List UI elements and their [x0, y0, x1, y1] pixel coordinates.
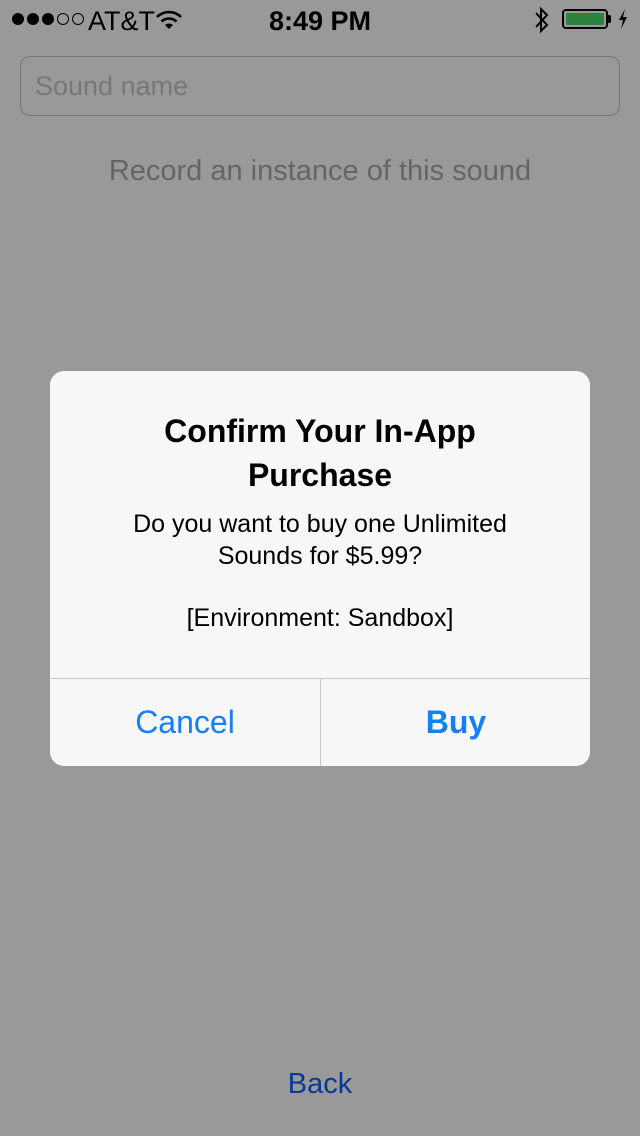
alert-title-line: Confirm Your In-App [164, 413, 476, 449]
alert-environment-label: [Environment: Sandbox] [186, 604, 454, 632]
purchase-alert-dialog: Confirm Your In-App Purchase Do you want… [50, 371, 590, 766]
alert-message-line: Do you want to buy one Unlimited [133, 510, 507, 538]
screen: AT&T 8:49 PM Record an instance of this … [0, 0, 640, 1136]
buy-button[interactable]: Buy [321, 679, 590, 766]
alert-title: Confirm Your In-App Purchase [50, 409, 590, 497]
alert-message-line: Sounds for $5.99? [217, 542, 423, 570]
cancel-button[interactable]: Cancel [50, 679, 320, 766]
alert-message: Do you want to buy one Unlimited Sounds … [50, 508, 590, 572]
alert-title-line: Purchase [247, 457, 393, 493]
